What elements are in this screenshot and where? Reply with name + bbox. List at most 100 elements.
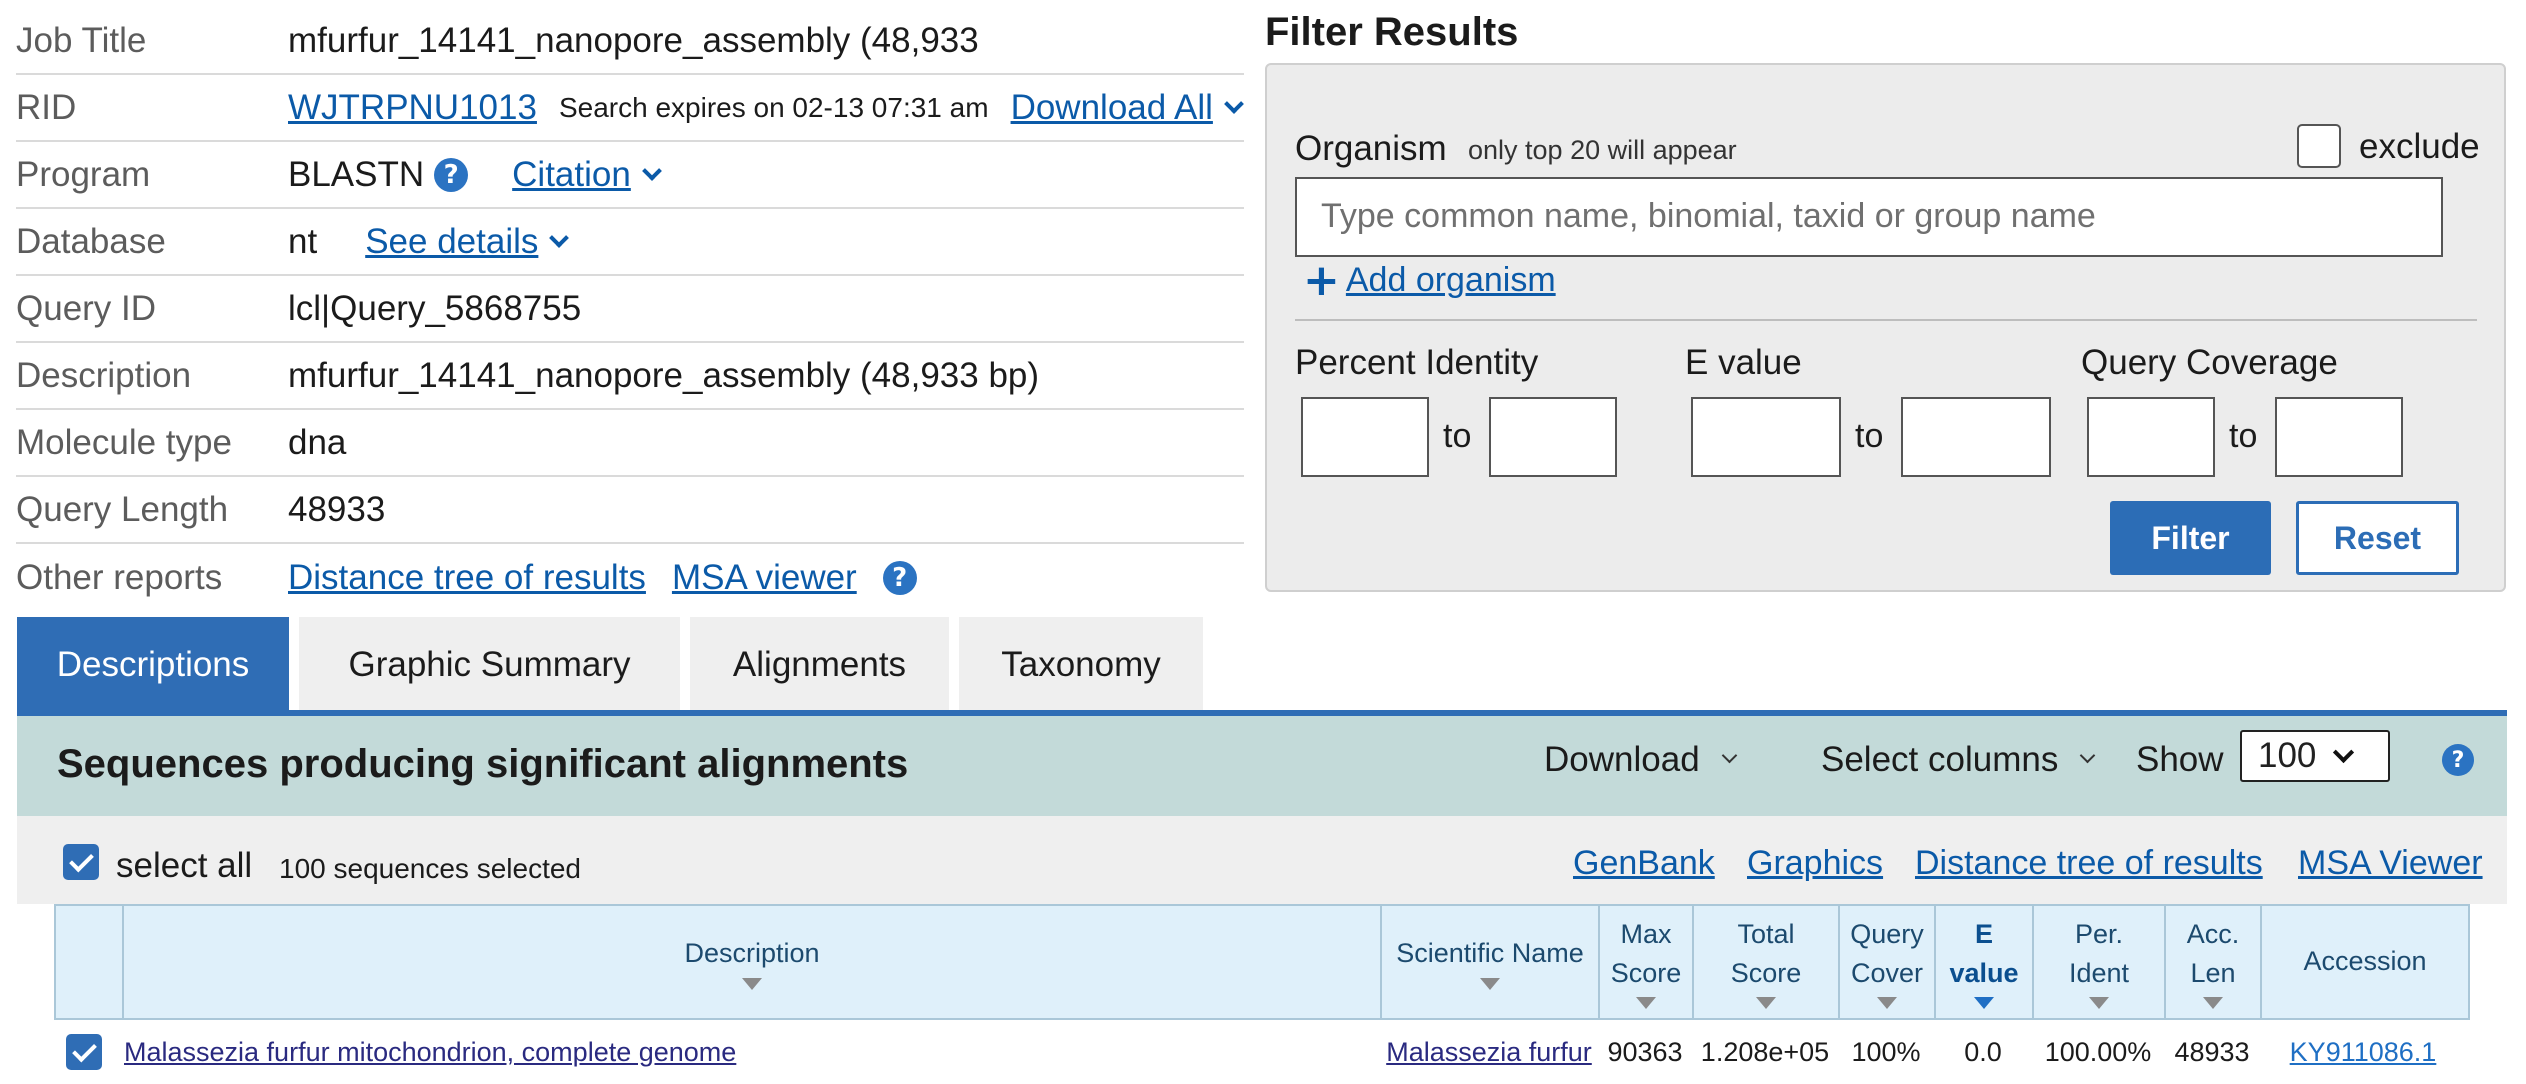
see-details-link[interactable]: See details	[365, 222, 538, 262]
row-total-score: 1.208e+05	[1700, 1036, 1830, 1067]
query-coverage-from-input[interactable]	[2087, 397, 2215, 477]
to-label: to	[1855, 417, 1884, 455]
rid-link[interactable]: WJTRPNU1013	[288, 88, 537, 128]
sort-icon[interactable]	[1974, 997, 1994, 1010]
select-all-label: select all	[116, 846, 253, 885]
organism-label: Organism	[1295, 129, 1447, 168]
table-row: Malassezia furfur mitochondrion, complet…	[54, 1020, 2470, 1084]
filter-button[interactable]: Filter	[2110, 501, 2271, 575]
th-evalue[interactable]: E value	[1936, 906, 2034, 1018]
th-query-cover-label-1: Query	[1850, 918, 1924, 949]
row-accession-cell: KY911086.1	[2260, 1037, 2466, 1068]
tab-descriptions[interactable]: Descriptions	[17, 617, 289, 712]
th-description[interactable]: Description	[124, 906, 1382, 1018]
row-rid: RID WJTRPNU1013 Search expires on 02-13 …	[16, 75, 1244, 142]
add-organism-link[interactable]: + Add organism	[1303, 255, 1556, 306]
value-program: BLASTN	[288, 154, 425, 194]
distance-tree-link[interactable]: Distance tree of results	[1915, 844, 2263, 883]
help-icon[interactable]: ?	[2442, 744, 2474, 776]
filter-results-title: Filter Results	[1265, 10, 1519, 54]
download-all-link[interactable]: Download All	[1011, 88, 1213, 128]
show-count-select[interactable]: 100	[2240, 730, 2390, 782]
citation-link[interactable]: Citation	[512, 155, 631, 195]
percent-identity-to-input[interactable]	[1489, 397, 1617, 477]
value-query-length: 48933	[288, 489, 386, 529]
th-acc-len[interactable]: Acc. Len	[2166, 906, 2262, 1018]
plus-icon: +	[1303, 255, 1340, 306]
th-query-cover[interactable]: Query Cover	[1840, 906, 1936, 1018]
sort-icon[interactable]	[1877, 997, 1897, 1010]
to-label: to	[1443, 417, 1472, 455]
th-acc-len-label-1: Acc.	[2186, 918, 2240, 949]
chevron-down-icon[interactable]	[641, 160, 662, 181]
th-total-score-label-2: Score	[1730, 958, 1802, 988]
row-checkbox[interactable]	[66, 1034, 102, 1070]
row-program: Program BLASTN ? Citation	[16, 142, 1244, 209]
organism-note: only top 20 will appear	[1468, 135, 1737, 165]
row-scientific-name-link[interactable]: Malassezia furfur	[1386, 1037, 1592, 1068]
select-columns-dropdown[interactable]: Select columns	[1821, 740, 2096, 780]
label-rid: RID	[16, 87, 77, 127]
th-evalue-label-2: value	[1949, 958, 2019, 988]
distance-tree-link[interactable]: Distance tree of results	[288, 558, 646, 598]
th-per-ident-label-1: Per.	[2074, 918, 2124, 949]
sort-icon[interactable]	[1636, 997, 1656, 1010]
download-dropdown[interactable]: Download	[1544, 740, 1737, 780]
th-total-score-label-1: Total	[1737, 918, 1795, 949]
th-description-label: Description	[684, 938, 820, 969]
chevron-down-icon[interactable]	[1224, 93, 1244, 114]
value-query-id: lcl|Query_5868755	[288, 288, 582, 328]
label-molecule-type: Molecule type	[16, 422, 232, 462]
row-query-cover: 100%	[1851, 1036, 1921, 1067]
results-title: Sequences producing significant alignmen…	[57, 742, 909, 786]
graphics-link[interactable]: Graphics	[1747, 844, 1883, 883]
row-description-link[interactable]: Malassezia furfur mitochondrion, complet…	[124, 1037, 736, 1068]
select-columns-label: Select columns	[1821, 740, 2059, 779]
row-accession-link[interactable]: KY911086.1	[2290, 1037, 2437, 1068]
th-per-ident[interactable]: Per. Ident	[2034, 906, 2166, 1018]
tab-taxonomy[interactable]: Taxonomy	[959, 617, 1203, 712]
sort-icon[interactable]	[1480, 977, 1500, 990]
th-scientific-name[interactable]: Scientific Name	[1382, 906, 1600, 1018]
sort-icon[interactable]	[2089, 997, 2109, 1010]
sort-icon[interactable]	[2203, 997, 2223, 1010]
query-coverage-to-input[interactable]	[2275, 397, 2403, 477]
tab-alignments[interactable]: Alignments	[690, 617, 949, 712]
tab-graphic-summary[interactable]: Graphic Summary	[299, 617, 680, 712]
show-count-value: 100	[2258, 736, 2317, 775]
label-database: Database	[16, 221, 166, 261]
row-acc-len: 48933	[2174, 1036, 2250, 1067]
organism-input[interactable]: Type common name, binomial, taxid or gro…	[1295, 177, 2443, 257]
evalue-to-input[interactable]	[1901, 397, 2051, 477]
th-max-score-label-1: Max	[1620, 918, 1672, 949]
th-max-score-label-2: Score	[1610, 958, 1682, 988]
msa-viewer-link[interactable]: MSA viewer	[672, 558, 857, 598]
chevron-down-icon[interactable]	[549, 227, 570, 248]
genbank-link[interactable]: GenBank	[1573, 844, 1715, 883]
label-query-id: Query ID	[16, 288, 157, 328]
th-total-score[interactable]: Total Score	[1694, 906, 1840, 1018]
reset-button[interactable]: Reset	[2296, 501, 2459, 575]
help-icon[interactable]: ?	[434, 157, 469, 192]
th-per-ident-label-2: Ident	[2068, 958, 2130, 988]
th-max-score[interactable]: Max Score	[1600, 906, 1694, 1018]
label-description: Description	[16, 355, 192, 395]
percent-identity-from-input[interactable]	[1301, 397, 1429, 477]
sort-icon[interactable]	[1756, 997, 1776, 1010]
query-coverage-label: Query Coverage	[2081, 343, 2338, 382]
evalue-label: E value	[1685, 343, 1802, 382]
msa-viewer-link[interactable]: MSA Viewer	[2298, 844, 2483, 883]
help-icon[interactable]: ?	[882, 560, 917, 595]
row-query-id: Query ID lcl|Query_5868755	[16, 276, 1244, 343]
label-job-title: Job Title	[16, 20, 147, 60]
row-evalue: 0.0	[1964, 1036, 2002, 1067]
th-select	[56, 906, 124, 1018]
to-label: to	[2229, 417, 2258, 455]
exclude-checkbox[interactable]	[2297, 124, 2341, 168]
select-all-checkbox[interactable]	[63, 844, 99, 880]
selection-bar: select all 100 sequences selected GenBan…	[17, 816, 2507, 904]
th-accession[interactable]: Accession	[2262, 906, 2468, 1018]
sort-icon[interactable]	[742, 977, 762, 990]
add-organism-label[interactable]: Add organism	[1346, 261, 1556, 300]
evalue-from-input[interactable]	[1691, 397, 1841, 477]
